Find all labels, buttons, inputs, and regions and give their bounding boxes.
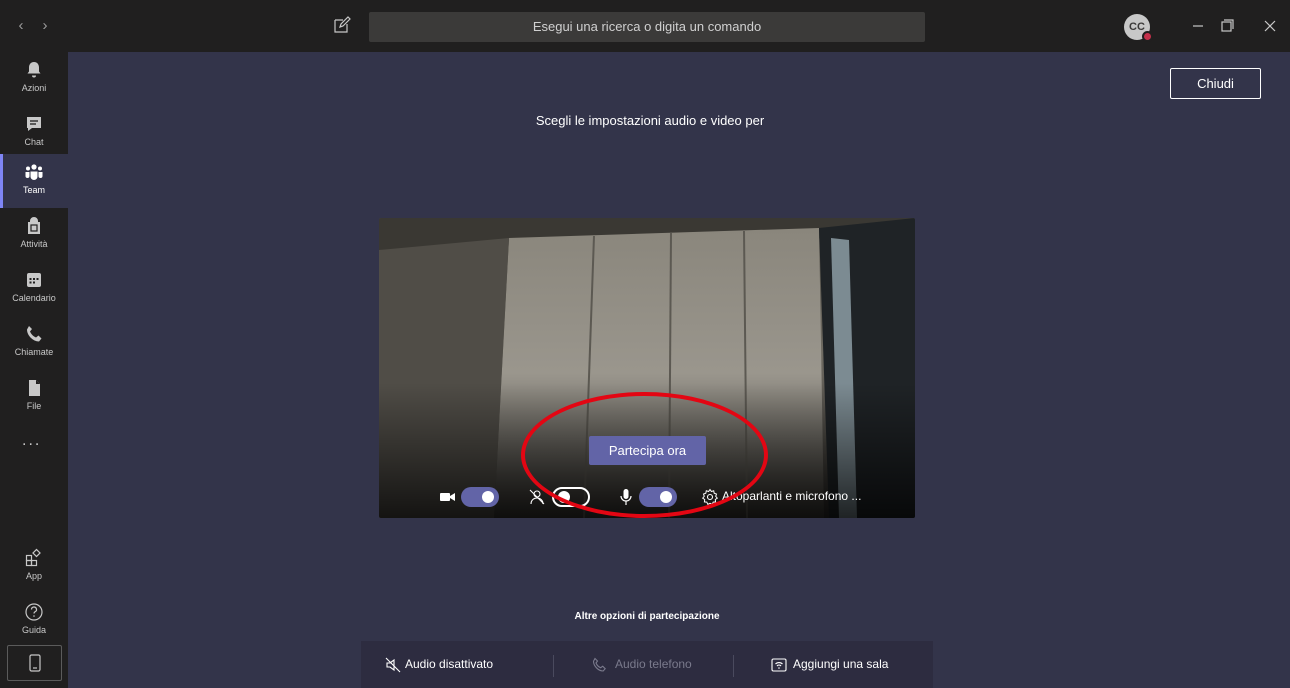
background-blur-icon	[529, 489, 545, 505]
page-title: Scegli le impostazioni audio e video per	[535, 113, 765, 128]
mobile-phone-icon	[29, 654, 41, 672]
rail-item-app[interactable]: App	[0, 540, 68, 594]
gear-icon[interactable]	[701, 488, 719, 506]
search-input[interactable]: Esegui una ricerca o digita un comando	[369, 12, 925, 42]
close-button[interactable]: Chiudi	[1170, 68, 1261, 99]
rail-label: Chat	[24, 137, 44, 147]
camera-toggle[interactable]	[461, 487, 499, 507]
title-bar: ‹ › Esegui una ricerca o digita un coman…	[0, 0, 1290, 52]
apps-icon	[25, 548, 41, 567]
bell-icon	[27, 62, 41, 78]
other-options-title: Altre opzioni di partecipazione	[574, 611, 720, 622]
download-mobile-app-button[interactable]	[7, 645, 62, 681]
speaker-mute-icon	[385, 657, 401, 673]
rail-label: Attività	[20, 239, 48, 249]
camera-icon	[440, 493, 455, 501]
rail-item-calendario[interactable]: Calendario	[0, 262, 68, 316]
assignments-icon	[28, 217, 40, 234]
rail-item-attivita[interactable]: Attività	[0, 208, 68, 262]
phone-icon	[592, 657, 606, 672]
rail-label: App	[25, 571, 42, 581]
forward-arrow-icon[interactable]: ›	[38, 17, 52, 35]
new-chat-icon[interactable]	[333, 16, 351, 34]
rail-label: Guida	[21, 625, 47, 635]
microphone-icon	[620, 489, 632, 505]
rail-label: Calendario	[12, 293, 56, 303]
option-label: Audio telefono	[615, 657, 692, 671]
chat-icon	[27, 117, 41, 131]
divider	[553, 655, 554, 677]
rail-item-guida[interactable]: Guida	[0, 594, 68, 648]
file-icon	[29, 380, 40, 396]
device-settings-link[interactable]: Altoparlanti e microfono ...	[722, 489, 861, 503]
rail-label: Azioni	[21, 83, 47, 93]
rail-item-team[interactable]: Team	[0, 154, 68, 208]
join-options-bar: Audio disattivato Audio telefono Aggiung…	[361, 641, 933, 688]
rail-label: File	[26, 401, 42, 411]
back-arrow-icon[interactable]: ‹	[14, 17, 28, 35]
minimize-icon[interactable]	[1187, 14, 1209, 38]
camera-preview	[379, 218, 915, 518]
more-apps-icon[interactable]: ...	[22, 433, 46, 450]
rail-label: Team	[22, 185, 45, 195]
rail-item-chiamate[interactable]: Chiamate	[0, 316, 68, 370]
teams-window: ‹ › Esegui una ricerca o digita un coman…	[0, 0, 1290, 688]
help-icon	[25, 603, 43, 621]
status-badge	[1142, 31, 1153, 42]
microphone-toggle[interactable]	[639, 487, 677, 507]
rail-item-file[interactable]: File	[0, 370, 68, 424]
rail-item-chat[interactable]: Chat	[0, 106, 68, 160]
option-label: Audio disattivato	[405, 657, 494, 671]
calendar-icon	[27, 273, 41, 287]
background-blur-toggle[interactable]	[552, 487, 590, 507]
teams-icon	[25, 164, 43, 180]
room-icon	[771, 658, 787, 672]
phone-icon	[27, 326, 42, 342]
maximize-icon[interactable]	[1216, 14, 1238, 38]
divider	[733, 655, 734, 677]
rail-item-azioni[interactable]: Azioni	[0, 52, 68, 106]
rail-label: Chiamate	[14, 347, 54, 357]
join-now-button[interactable]: Partecipa ora	[589, 436, 706, 465]
close-window-icon[interactable]	[1259, 14, 1281, 38]
option-label: Aggiungi una sala	[793, 657, 889, 671]
app-bar: Azioni Chat Team Attività Calendario Chi…	[0, 52, 68, 688]
